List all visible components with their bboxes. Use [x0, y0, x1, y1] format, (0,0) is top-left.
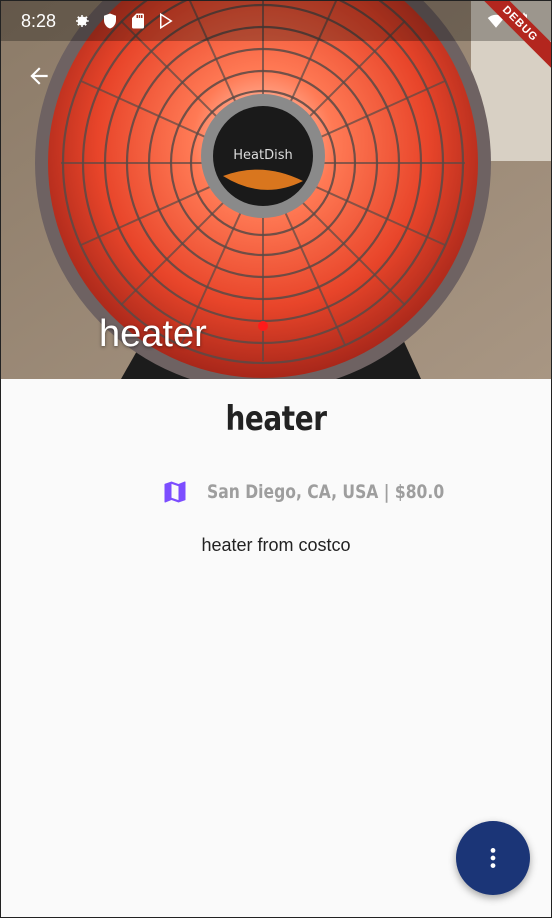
play-store-icon [160, 12, 173, 30]
arrow-back-icon [30, 67, 48, 85]
sd-card-icon [132, 13, 144, 29]
location-price-row: San Diego, CA, USA | $80.0 [161, 477, 496, 507]
hero-title: heater [99, 313, 207, 355]
location-price-text: San Diego, CA, USA | $80.0 [207, 481, 445, 503]
heater-brand-text: HeatDish [233, 148, 292, 163]
item-description: heater from costco [201, 535, 351, 555]
item-title: heater [225, 399, 327, 439]
status-bar: 8:28 DEBUG [1, 1, 551, 77]
more-options-button[interactable] [456, 821, 530, 895]
map-icon [164, 481, 186, 503]
status-time: 8:28 [21, 11, 57, 31]
heater-photo: HeatDish [1, 1, 551, 379]
hero-image: HeatDish 8:28 DEBUG heater [1, 1, 551, 379]
more-vert-icon [490, 848, 496, 868]
gear-icon [76, 15, 89, 27]
app-screen: HeatDish 8:28 DEBUG heater heater San Di… [0, 0, 552, 918]
shield-icon [104, 13, 116, 29]
back-button[interactable] [19, 56, 59, 96]
